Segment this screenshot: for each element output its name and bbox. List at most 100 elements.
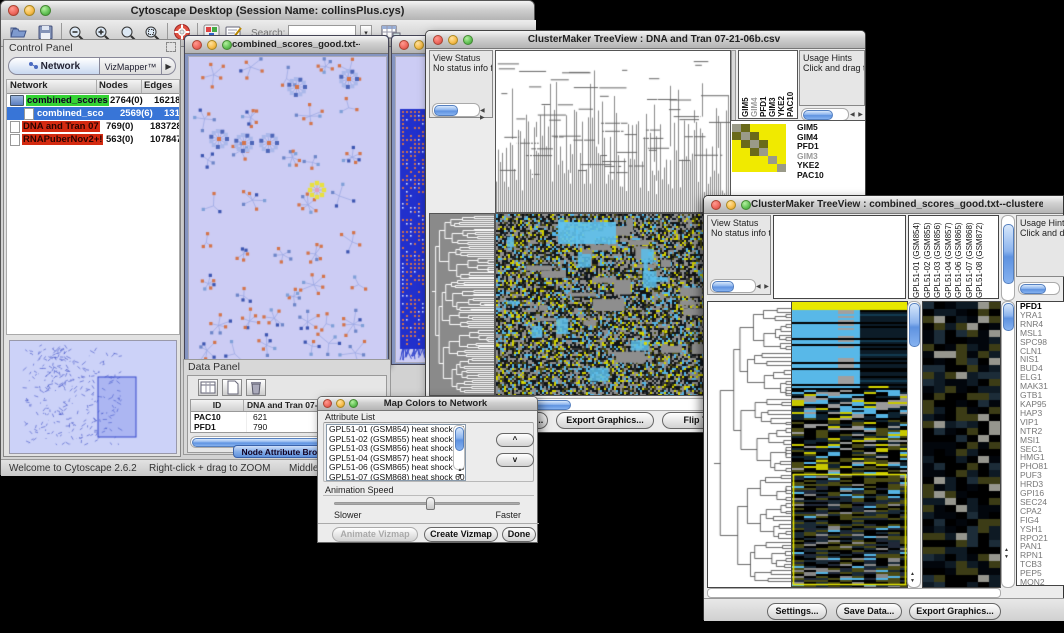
dialog-move-down-button[interactable]: v [496, 453, 534, 467]
dialog-attribute-item[interactable]: GPL51-06 (GSM865) heat shock 40 min [329, 463, 465, 473]
tv2-row-dendrogram[interactable] [707, 301, 793, 588]
tv2-gene-label[interactable]: GPI16 [1020, 489, 1064, 498]
col-header-nodes[interactable]: Nodes [97, 80, 142, 93]
dialog-attribute-item[interactable]: GPL51-01 (GSM854) heat shock 05 min [329, 425, 465, 435]
tv2-column-dendrogram[interactable] [773, 215, 906, 299]
tv2-gene-label[interactable]: HMG1 [1020, 453, 1064, 462]
tv2-bottom-hscrollbar[interactable] [707, 588, 1001, 598]
network-view-window-controls[interactable] [192, 40, 232, 50]
tv2-gene-label[interactable]: SPC98 [1020, 338, 1064, 347]
tv2-gene-label[interactable]: HAP3 [1020, 409, 1064, 418]
treeview2-window-controls[interactable] [711, 200, 751, 210]
tv2-gene-label[interactable]: RPN1 [1020, 551, 1064, 560]
tv1-gene-label[interactable]: PAC10 [797, 171, 863, 181]
tv2-gene-label[interactable]: NIS1 [1020, 355, 1064, 364]
tv2-gene-label[interactable]: PHO81 [1020, 462, 1064, 471]
tv2-zoom-vscrollbar[interactable]: ▲▼ [1001, 301, 1015, 588]
tv2-gene-label[interactable]: CLN1 [1020, 347, 1064, 356]
dialog-attribute-list[interactable]: GPL51-01 (GSM854) heat shock 05 minGPL51… [326, 424, 466, 481]
delete-attribute-icon[interactable] [246, 379, 266, 396]
float-panel-icon[interactable] [166, 42, 176, 52]
tv1-column-dendrogram[interactable] [495, 50, 731, 213]
tv2-zoom-heatmap[interactable] [922, 301, 1001, 588]
tv2-button[interactable]: Export Graphics... [909, 603, 1001, 620]
tv2-button[interactable]: Save Data... [836, 603, 902, 620]
treeview1-titlebar[interactable]: ClusterMaker TreeView : DNA and Tran 07-… [426, 31, 865, 49]
tv1-similarity-matrix[interactable] [732, 124, 786, 172]
tv2-gene-label[interactable]: MON2 [1020, 578, 1064, 586]
tv2-gene-label[interactable]: NTR2 [1020, 427, 1064, 436]
tv2-gene-label[interactable]: KAP95 [1020, 400, 1064, 409]
tv2-gene-label[interactable]: FIG4 [1020, 516, 1064, 525]
network-canvas[interactable] [188, 56, 387, 363]
new-attribute-icon[interactable] [222, 379, 242, 396]
create-vizmap-button[interactable]: Create Vizmap [424, 527, 498, 542]
tv2-gene-label[interactable]: PFD1 [1020, 302, 1064, 311]
network-view-titlebar[interactable]: combined_scores_good.txt--cluste... [185, 36, 388, 54]
tv2-heatmap-vscrollbar[interactable]: ▲▼ [907, 301, 921, 588]
col-header-edges[interactable]: Edges [142, 80, 179, 93]
data-col-id[interactable]: ID [191, 400, 244, 411]
dialog-titlebar[interactable]: Map Colors to Network [318, 397, 537, 411]
tv1-status-scroll-arrows[interactable]: ◀ ▶ [480, 107, 492, 121]
dialog-attribute-item[interactable]: GPL51-04 (GSM857) heat shock 20 min [329, 454, 465, 464]
tv2-gene-label[interactable]: YSH1 [1020, 525, 1064, 534]
tv2-top-vscrollbar[interactable] [1001, 215, 1015, 301]
tv2-gene-label[interactable]: HRD3 [1020, 480, 1064, 489]
tv2-gene-label[interactable]: SEC24 [1020, 498, 1064, 507]
tv2-heatmap-scroll-arrows[interactable]: ▲▼ [910, 571, 915, 585]
tv2-gene-label[interactable]: GTB1 [1020, 391, 1064, 400]
main-titlebar[interactable]: Cytoscape Desktop (Session Name: collins… [1, 1, 534, 21]
tv2-gene-label[interactable]: MSI1 [1020, 436, 1064, 445]
tv1-status-hscrollbar[interactable] [432, 103, 480, 117]
tab-overflow-button[interactable]: ▶ [162, 57, 176, 75]
animate-vizmap-button[interactable]: Animate Vizmap [332, 527, 418, 542]
tv2-gene-label[interactable]: YRA1 [1020, 311, 1064, 320]
tv2-gene-label[interactable]: RPO21 [1020, 534, 1064, 543]
birds-eye-view[interactable] [9, 340, 177, 454]
tv2-heatmap[interactable] [791, 301, 908, 588]
slider-thumb[interactable] [426, 497, 435, 510]
dialog-window-controls[interactable] [323, 399, 358, 408]
tv2-gene-label[interactable]: RNR4 [1020, 320, 1064, 329]
tv2-gene-label[interactable]: MAK31 [1020, 382, 1064, 391]
tv2-gene-label[interactable]: PAN1 [1020, 542, 1064, 551]
tv2-usage-hscrollbar[interactable] [1018, 282, 1060, 295]
window-controls[interactable] [8, 5, 51, 16]
tv2-button[interactable]: Settings... [767, 603, 827, 620]
network-row[interactable]: RNAPuberNov2+! 563(0) 107847(0) [7, 133, 179, 146]
col-header-network[interactable]: Network [7, 80, 97, 93]
tv2-gene-label[interactable]: CPA2 [1020, 507, 1064, 516]
tv2-gene-label[interactable]: BUD4 [1020, 364, 1064, 373]
dialog-list-scroll-arrows[interactable]: ▲▼ [456, 467, 464, 479]
treeview2-titlebar[interactable]: ClusterMaker TreeView : combined_scores_… [704, 196, 1063, 214]
tv2-gene-label[interactable]: PUF3 [1020, 471, 1064, 480]
tv2-gene-label[interactable]: VIP1 [1020, 418, 1064, 427]
dialog-attribute-item[interactable]: GPL51-07 (GSM868) heat shock 60 min [329, 473, 465, 481]
attribute-select-icon[interactable] [198, 379, 218, 396]
tv2-gene-label[interactable]: ELG1 [1020, 373, 1064, 382]
tv1-usage-scroll-arrows[interactable]: ◀ ▶ [850, 111, 864, 118]
tv1-row-dendrogram[interactable] [429, 213, 495, 396]
network-row[interactable]: combined_sco 2569(6) 13112(15) [7, 107, 179, 120]
treeview1-window-controls[interactable] [433, 35, 473, 45]
tv2-status-hscrollbar[interactable] [710, 279, 756, 293]
dialog-move-up-button[interactable]: ^ [496, 433, 534, 447]
tv2-gene-label[interactable]: PEP5 [1020, 569, 1064, 578]
tv2-gene-label[interactable]: TCB3 [1020, 560, 1064, 569]
animation-speed-slider[interactable] [334, 497, 520, 511]
network-row[interactable]: combined_scores 2764(0) 16218(0) [7, 94, 179, 107]
tab-vizmapper[interactable]: VizMapper™ [100, 57, 162, 75]
tv1-heatmap[interactable] [495, 213, 720, 396]
network-row[interactable]: DNA and Tran 07 769(0) 183728(0) [7, 120, 179, 133]
tab-network[interactable]: Network [8, 57, 100, 75]
dialog-list-vscrollbar[interactable] [453, 425, 465, 470]
tv1-button[interactable]: Export Graphics... [556, 412, 654, 429]
dialog-attribute-item[interactable]: GPL51-02 (GSM855) heat shock 10 min [329, 435, 465, 445]
tv2-gene-label[interactable]: MSL1 [1020, 329, 1064, 338]
tv2-gene-label[interactable]: SEC1 [1020, 445, 1064, 454]
tv2-status-scroll-arrows[interactable]: ◀ ▶ [756, 283, 770, 290]
dialog-attribute-item[interactable]: GPL51-03 (GSM856) heat shock 15 min [329, 444, 465, 454]
done-button[interactable]: Done [502, 527, 536, 542]
tv2-zoom-scroll-arrows[interactable]: ▲▼ [1004, 547, 1009, 561]
